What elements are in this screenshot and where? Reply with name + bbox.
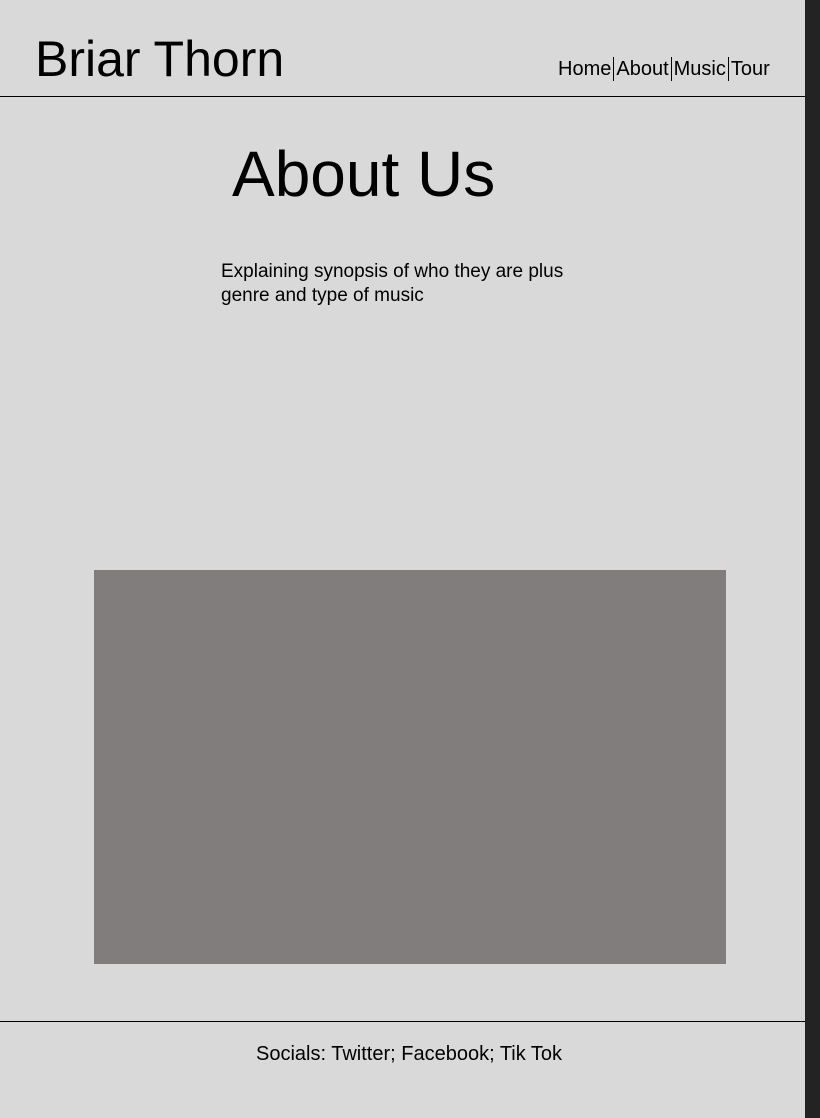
header-divider xyxy=(0,96,820,97)
nav-link-tour[interactable]: Tour xyxy=(731,56,770,82)
nav-separator xyxy=(727,57,729,81)
socials-text: Socials: Twitter; Facebook; Tik Tok xyxy=(256,1043,563,1065)
scrollbar[interactable] xyxy=(805,0,820,1118)
image-placeholder xyxy=(94,570,726,964)
main-nav: Home About Music Tour xyxy=(558,56,770,82)
site-title[interactable]: Briar Thorn xyxy=(35,30,284,88)
nav-link-home[interactable]: Home xyxy=(558,56,611,82)
about-page: Briar Thorn Home About Music Tour About … xyxy=(0,0,820,1118)
band-synopsis: Explaining synopsis of who they are plus… xyxy=(221,261,564,306)
footer-divider xyxy=(0,1021,805,1022)
nav-link-music[interactable]: Music xyxy=(674,56,726,82)
nav-separator xyxy=(670,57,672,81)
nav-link-about[interactable]: About xyxy=(616,56,668,82)
nav-separator xyxy=(613,57,615,81)
page-title: About Us xyxy=(232,138,496,210)
